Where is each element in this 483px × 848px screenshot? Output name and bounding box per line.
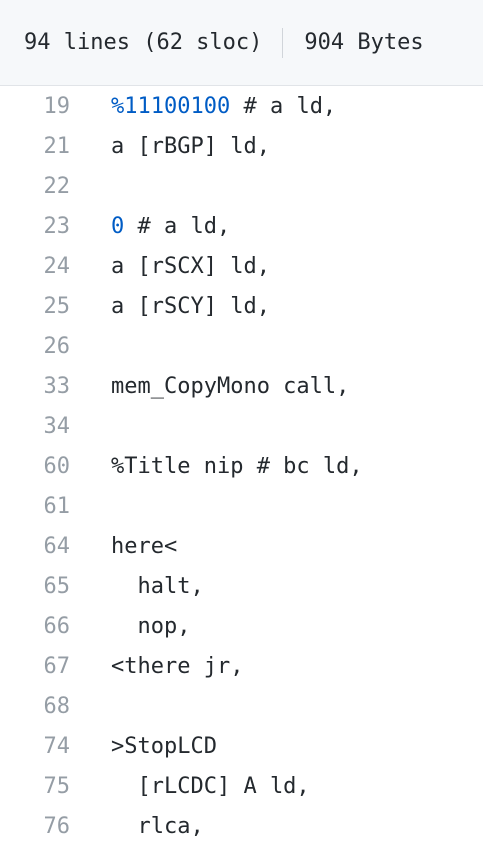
line-number[interactable]: 68 (0, 694, 71, 719)
code-text: [rLCDC] A ld, (111, 773, 310, 799)
line-code: %11100100 # a ld, (70, 94, 336, 119)
line-number[interactable]: 23 (0, 214, 71, 239)
line-code: halt, (70, 573, 204, 599)
line-number[interactable]: 22 (0, 174, 71, 199)
line-number[interactable]: 74 (0, 734, 71, 759)
code-line: 68 (0, 686, 483, 726)
code-line: 34 (0, 406, 483, 446)
code-line: 65 halt, (0, 566, 483, 606)
line-code: [rLCDC] A ld, (70, 773, 310, 799)
file-info-bar: 94 lines (62 sloc) 904 Bytes (0, 0, 483, 86)
code-text: a [rBGP] ld, (111, 133, 270, 159)
file-size: 904 Bytes (304, 30, 424, 55)
code-text: %Title nip # bc ld, (111, 453, 363, 479)
file-line-count: 94 lines (62 sloc) (24, 30, 263, 55)
code-line: 75 [rLCDC] A ld, (0, 766, 483, 806)
code-text: <there jr, (111, 653, 244, 679)
line-number[interactable]: 19 (0, 94, 71, 119)
code-line: 22 (0, 166, 483, 206)
line-number[interactable]: 24 (0, 254, 71, 279)
code-line: 21 a [rBGP] ld, (0, 126, 483, 166)
code-text: here< (111, 533, 178, 559)
line-number[interactable]: 76 (0, 814, 71, 839)
line-number[interactable]: 60 (0, 454, 71, 479)
code-line: 23 0 # a ld, (0, 206, 483, 246)
line-number[interactable]: 33 (0, 374, 71, 399)
line-code: a [rSCX] ld, (70, 254, 270, 279)
line-number[interactable]: 65 (0, 574, 71, 599)
line-code: rlca, (70, 813, 204, 839)
line-code: nop, (70, 614, 190, 639)
line-number[interactable]: 64 (0, 534, 71, 559)
code-text: >StopLCD (111, 733, 217, 759)
line-code: a [rBGP] ld, (70, 134, 270, 159)
line-code: a [rSCY] ld, (70, 294, 270, 319)
numeric-literal: %11100100 (111, 93, 231, 119)
code-line: 60 %Title nip # bc ld, (0, 446, 483, 486)
line-code: %Title nip # bc ld, (70, 454, 363, 479)
line-number[interactable]: 67 (0, 654, 71, 679)
code-line: 33 mem_CopyMono call, (0, 366, 483, 406)
line-code: <there jr, (70, 654, 243, 679)
line-number[interactable]: 21 (0, 134, 71, 159)
code-text: mem_CopyMono call, (111, 373, 350, 399)
code-line: 26 (0, 326, 483, 366)
code-text: nop, (111, 613, 191, 639)
line-number[interactable]: 25 (0, 294, 71, 319)
code-text: # a ld, (124, 213, 231, 239)
code-text: halt, (111, 573, 204, 599)
code-line: 66 nop, (0, 606, 483, 646)
line-number[interactable]: 66 (0, 614, 71, 639)
code-line: 19 %11100100 # a ld, (0, 86, 483, 126)
code-line: 67 <there jr, (0, 646, 483, 686)
line-code: 0 # a ld, (70, 214, 230, 239)
code-line: 74 >StopLCD (0, 726, 483, 766)
line-number[interactable]: 34 (0, 414, 71, 439)
code-line: 25 a [rSCY] ld, (0, 286, 483, 326)
code-text: # a ld, (230, 93, 337, 119)
code-text: a [rSCY] ld, (111, 293, 270, 319)
line-code: >StopLCD (70, 734, 217, 759)
code-line: 64 here< (0, 526, 483, 566)
line-number[interactable]: 26 (0, 334, 71, 359)
line-number[interactable]: 75 (0, 774, 71, 799)
numeric-literal: 0 (111, 213, 125, 239)
code-text: rlca, (111, 813, 204, 839)
line-number[interactable]: 61 (0, 494, 71, 519)
code-line: 76 rlca, (0, 806, 483, 846)
code-line: 24 a [rSCX] ld, (0, 246, 483, 286)
line-code: mem_CopyMono call, (70, 374, 349, 399)
line-code: here< (70, 534, 177, 559)
code-line: 61 (0, 486, 483, 526)
code-text: a [rSCX] ld, (111, 253, 270, 279)
